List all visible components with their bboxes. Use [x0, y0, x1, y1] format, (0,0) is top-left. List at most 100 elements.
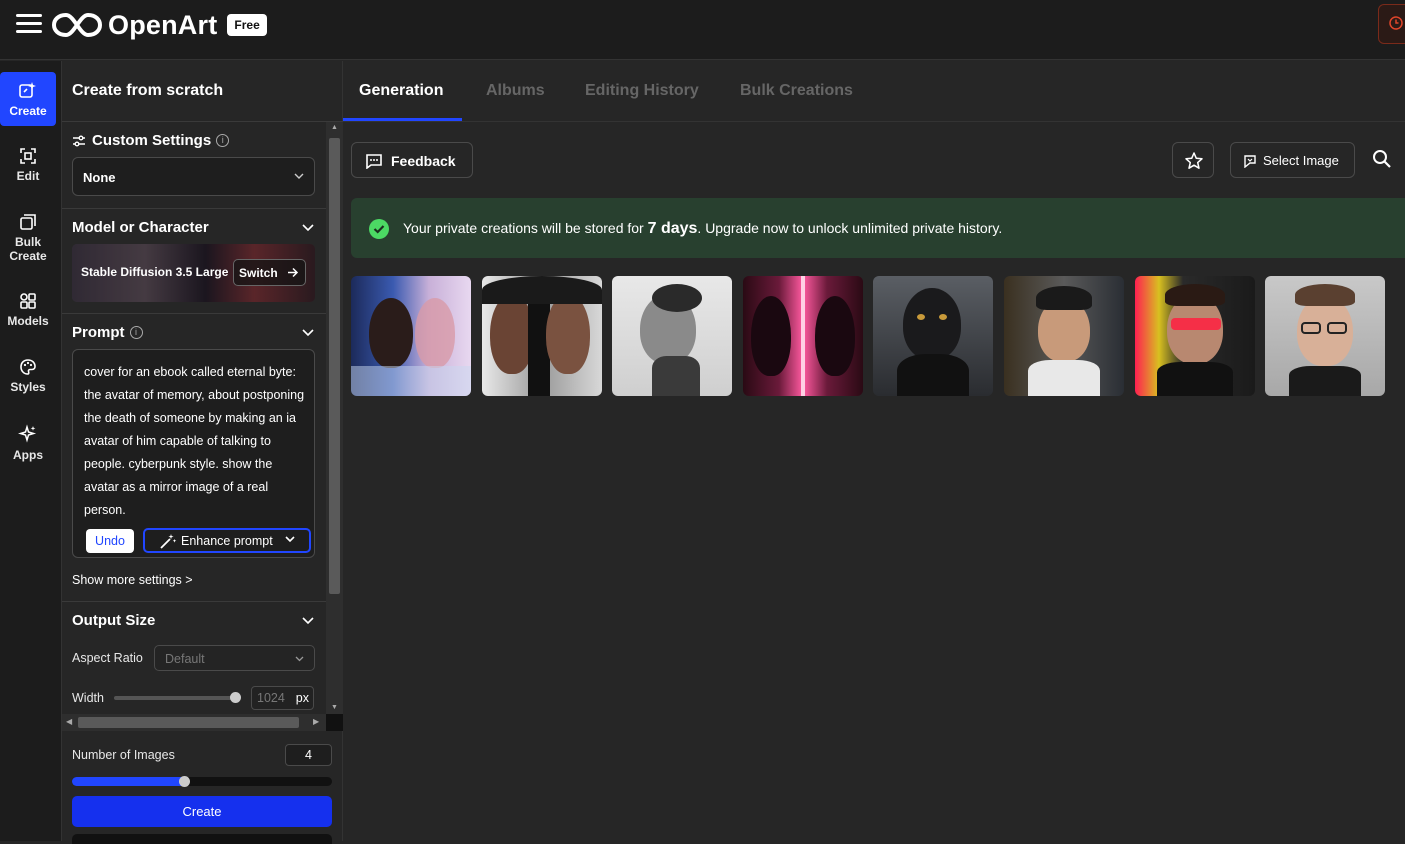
model-card[interactable]: Stable Diffusion 3.5 Large Switch [72, 244, 315, 302]
arrow-right-icon [288, 267, 299, 278]
tab-albums[interactable]: Albums [486, 82, 545, 100]
custom-settings-label: Custom Settings [92, 132, 212, 149]
prompt-textarea[interactable]: cover for an ebook called eternal byte: … [72, 349, 315, 558]
thumbnail-woman-with-glasses[interactable] [1265, 276, 1385, 396]
vertical-scrollbar-thumb[interactable] [329, 138, 340, 594]
nav-bulk-create[interactable]: Bulk Create [0, 213, 56, 263]
number-of-images-input[interactable]: 4 [285, 744, 332, 766]
chevron-down-icon [295, 656, 304, 662]
scroll-up-arrow-icon[interactable]: ▲ [331, 124, 338, 131]
secondary-button-edge[interactable] [72, 834, 332, 844]
horizontal-scrollbar[interactable]: ◀ ▶ [62, 714, 326, 731]
thumbnail-man-red-glasses-neon[interactable] [1135, 276, 1255, 396]
banner-suffix[interactable]: . Upgrade now to unlock unlimited privat… [697, 220, 1002, 236]
horizontal-scrollbar-thumb[interactable] [78, 717, 299, 728]
nav-edit-label: Edit [16, 169, 40, 183]
model-section-label: Model or Character [72, 219, 209, 236]
aspect-ratio-label: Aspect Ratio [72, 651, 143, 665]
undo-button[interactable]: Undo [86, 529, 134, 553]
chevron-down-icon[interactable] [302, 224, 314, 232]
search-icon[interactable] [1372, 149, 1392, 169]
width-unit: px [295, 691, 309, 705]
custom-settings-select[interactable]: None [72, 157, 315, 196]
prompt-header[interactable]: Prompt i [72, 324, 143, 341]
enhance-prompt-label: Enhance prompt [181, 534, 273, 548]
scroll-corner [326, 714, 343, 731]
thumbnail-robot-head-city[interactable] [873, 276, 993, 396]
nav-create[interactable]: Create [0, 72, 56, 126]
app-name: OpenArt [108, 9, 218, 40]
nav-styles[interactable]: Styles [0, 358, 56, 394]
magic-wand-icon [160, 534, 177, 549]
switch-model-button[interactable]: Switch [233, 259, 306, 286]
model-section-header[interactable]: Model or Character [72, 219, 209, 236]
nav-styles-label: Styles [10, 380, 46, 394]
thumbnail-cyborg-split-face[interactable] [482, 276, 602, 396]
switch-label: Switch [239, 266, 278, 280]
panel-title: Create from scratch [72, 82, 224, 99]
tab-generation[interactable]: Generation [359, 82, 443, 100]
number-of-images-slider[interactable] [72, 777, 332, 786]
show-more-settings-link[interactable]: Show more settings > [72, 573, 193, 587]
nav-apps-label: Apps [13, 448, 43, 462]
tab-bar: Generation Albums Editing History Bulk C… [343, 61, 1405, 122]
feedback-button[interactable]: Feedback [351, 142, 473, 178]
chevron-down-icon[interactable] [302, 329, 314, 337]
favorites-button[interactable] [1172, 142, 1214, 178]
info-icon[interactable]: i [129, 326, 143, 339]
vertical-scrollbar[interactable]: ▲ ▼ [326, 122, 343, 716]
banner-prefix: Your private creations will be stored fo… [403, 220, 644, 236]
chevron-down-icon[interactable] [302, 617, 314, 625]
scroll-right-arrow-icon[interactable]: ▶ [313, 717, 319, 726]
divider [62, 208, 326, 209]
select-image-button[interactable]: Select Image [1230, 142, 1355, 178]
number-of-images-label: Number of Images [72, 748, 175, 762]
plan-badge: Free [227, 14, 267, 36]
clock-icon [1389, 16, 1403, 30]
apps-sparkle-icon [18, 424, 37, 443]
credits-clock-button[interactable] [1378, 4, 1405, 44]
hamburger-menu-icon[interactable] [16, 14, 42, 36]
select-image-label: Select Image [1263, 153, 1339, 168]
number-of-images-slider-thumb[interactable] [179, 776, 190, 787]
nav-models[interactable]: Models [0, 292, 56, 328]
info-icon[interactable]: i [216, 134, 230, 147]
thumbnail-android-profile-dissolving[interactable] [612, 276, 732, 396]
create-sparkle-icon [19, 82, 36, 98]
divider [62, 313, 326, 314]
top-bar: OpenArt Free [0, 0, 1405, 60]
nav-create-label: Create [9, 104, 47, 118]
left-navigation: Create Edit Bulk Create Models Styles Ap… [0, 61, 62, 841]
scroll-left-arrow-icon[interactable]: ◀ [66, 717, 72, 726]
width-value: 1024 [257, 691, 285, 705]
prompt-text[interactable]: cover for an ebook called eternal byte: … [84, 361, 309, 522]
active-tab-underline [343, 118, 462, 121]
banner-highlight: 7 days [647, 220, 698, 237]
thumbnail-mirror-portrait-blue-pink[interactable] [351, 276, 471, 396]
settings-scroll-area[interactable]: Custom Settings i None Model or Characte… [62, 122, 326, 724]
custom-settings-value: None [83, 170, 116, 185]
width-input[interactable]: 1024 px [251, 686, 314, 710]
create-button[interactable]: Create [72, 796, 332, 827]
custom-settings-header: Custom Settings i [72, 132, 230, 149]
nav-apps[interactable]: Apps [0, 424, 56, 462]
logo[interactable]: OpenArt Free [52, 10, 267, 40]
nav-edit[interactable]: Edit [0, 147, 56, 183]
width-label: Width [72, 691, 104, 705]
tab-editing-history[interactable]: Editing History [585, 82, 699, 100]
output-size-header[interactable]: Output Size [72, 612, 155, 629]
thumbnail-neon-mirror-profiles[interactable] [743, 276, 863, 396]
width-slider-thumb[interactable] [230, 692, 241, 703]
scroll-down-arrow-icon[interactable]: ▼ [331, 704, 338, 711]
enhance-prompt-button[interactable]: Enhance prompt [143, 528, 311, 553]
thumbnail-man-with-glasses-city[interactable] [1004, 276, 1124, 396]
check-circle-icon [369, 219, 389, 239]
divider [62, 601, 326, 602]
chevron-down-icon [294, 173, 304, 179]
bulk-create-icon [20, 214, 36, 230]
nav-bulk-create-label: Bulk Create [9, 235, 47, 263]
width-slider-track[interactable] [114, 696, 236, 700]
tab-bulk-creations[interactable]: Bulk Creations [740, 82, 853, 100]
aspect-ratio-select[interactable]: Default [154, 645, 315, 671]
settings-panel: Create from scratch Custom Settings i No… [62, 61, 343, 844]
